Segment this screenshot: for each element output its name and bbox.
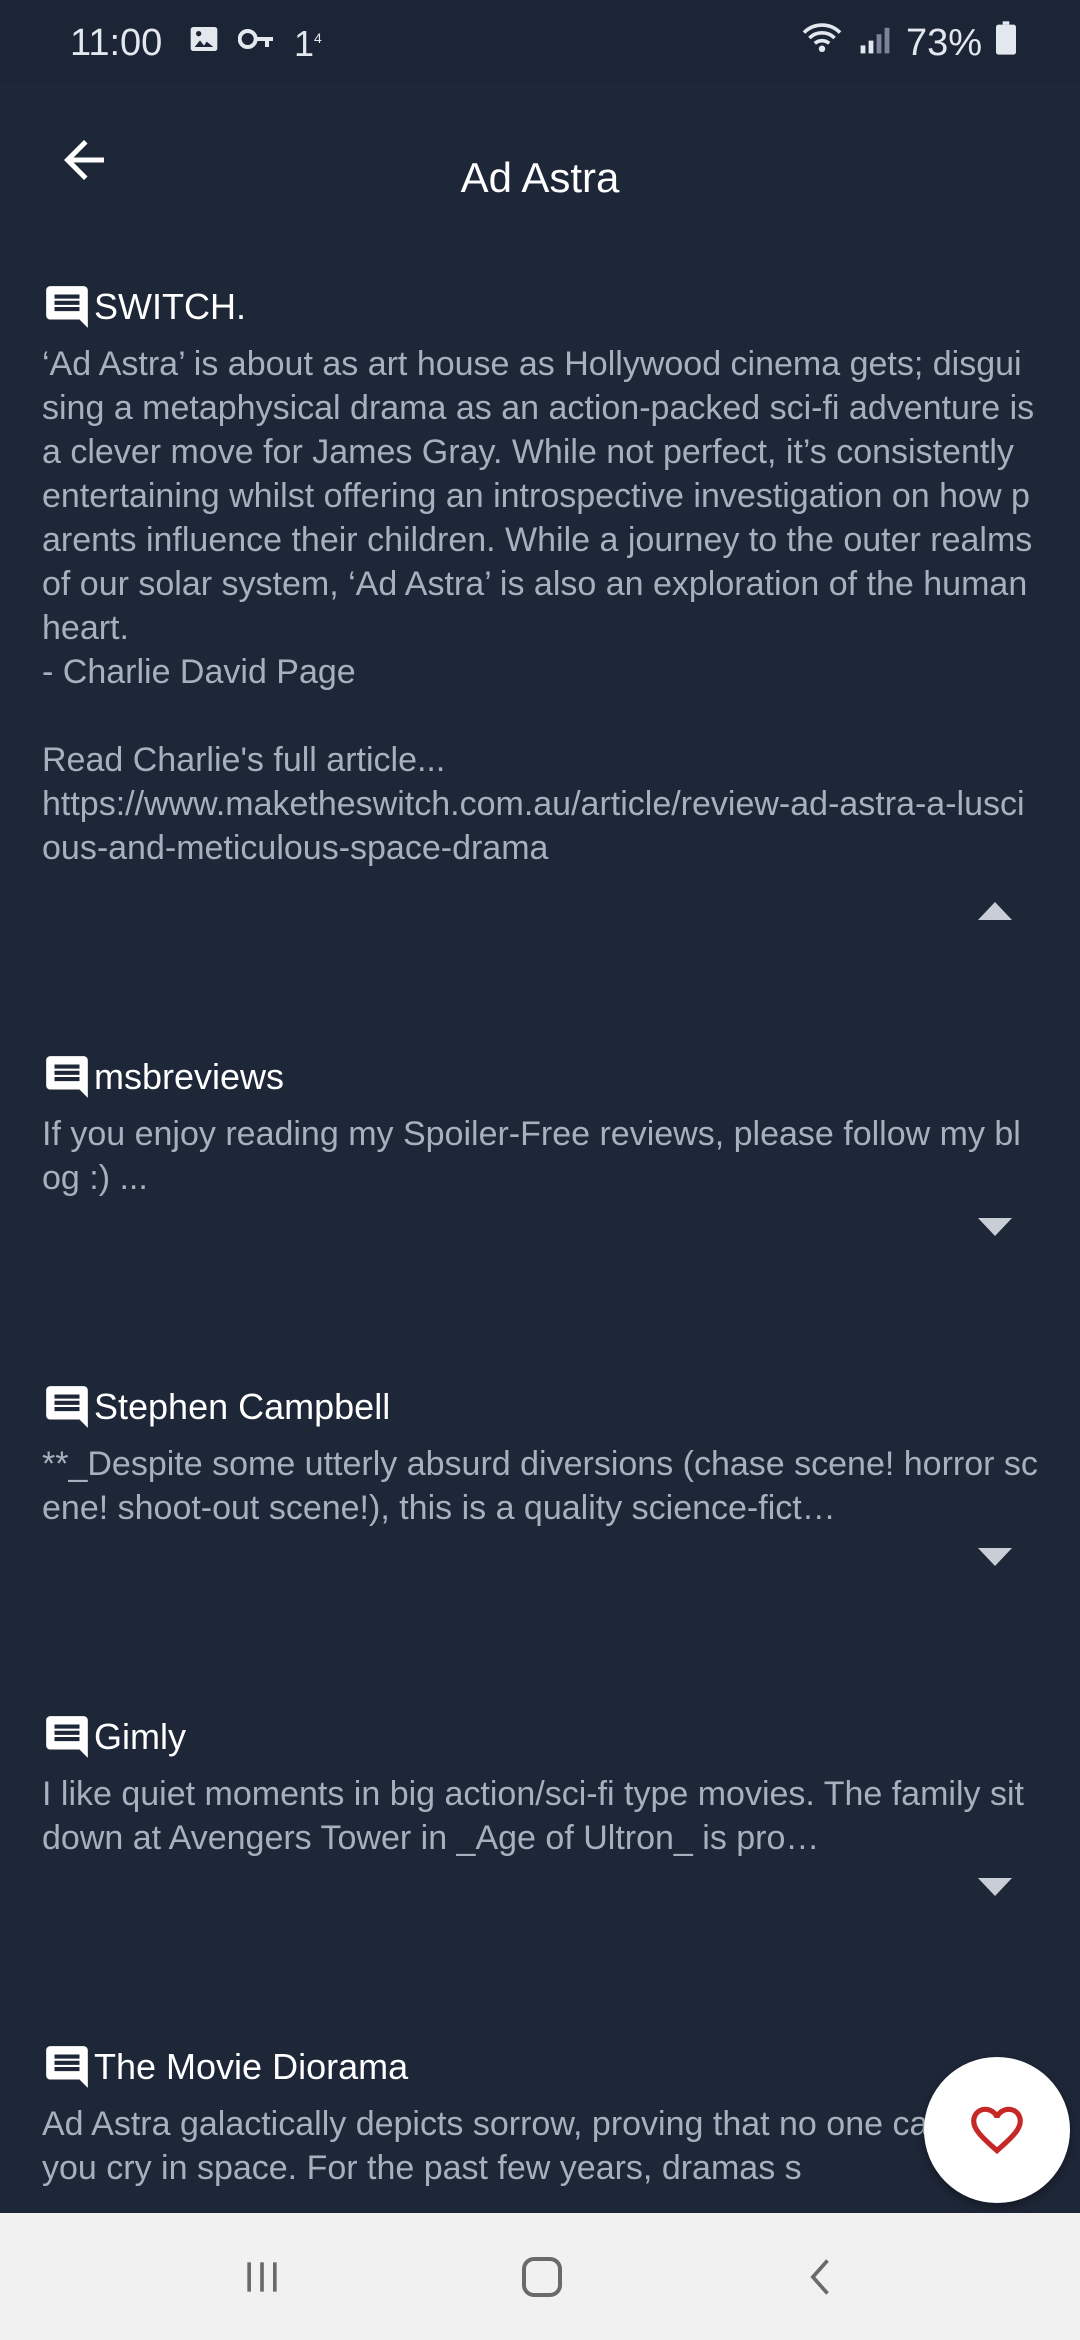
review-author: Gimly	[94, 1716, 186, 1757]
notification-icons: 14	[188, 22, 322, 65]
review-text: **_Despite some utterly absurd diversion…	[42, 1445, 1038, 1527]
key-icon	[237, 22, 276, 65]
review-author: SWITCH.	[94, 286, 246, 327]
comment-icon	[46, 1716, 88, 1758]
recent-apps-icon	[247, 2261, 277, 2292]
review-item[interactable]: msbreviews If you enjoy reading my Spoil…	[0, 1042, 1080, 1372]
review-text: Ad Astra galactically depicts sorrow, pr…	[42, 2105, 1025, 2187]
comment-icon	[46, 2046, 88, 2088]
system-back-button[interactable]	[742, 2213, 902, 2340]
favorite-button[interactable]	[924, 2057, 1070, 2203]
review-item[interactable]: SWITCH. ‘Ad Astra’ is about as art house…	[0, 272, 1080, 1042]
expand-arrow-icon[interactable]	[978, 1548, 1012, 1568]
review-header: The Movie Diorama	[42, 2032, 1038, 2102]
comment-icon	[46, 286, 88, 328]
review-item[interactable]: The Movie Diorama Ad Astra galactically …	[0, 2032, 1080, 2212]
comment-icon	[46, 1386, 88, 1428]
review-text: I like quiet moments in big action/sci-f…	[42, 1775, 1024, 1857]
app-bar: Ad Astra	[0, 82, 1080, 272]
review-author: msbreviews	[94, 1056, 285, 1097]
review-text: ‘Ad Astra’ is about as art house as Holl…	[42, 345, 1035, 867]
image-icon	[188, 22, 220, 65]
battery-icon	[996, 21, 1016, 65]
navigation-bar	[0, 2213, 1080, 2340]
review-item[interactable]: Stephen Campbell **_Despite some utterly…	[0, 1372, 1080, 1702]
collapse-arrow-icon[interactable]	[978, 900, 1012, 920]
review-header: msbreviews	[42, 1042, 1038, 1112]
page-title: Ad Astra	[460, 154, 620, 201]
home-icon	[522, 2256, 562, 2297]
status-right: 73%	[800, 20, 1016, 66]
reviews-list[interactable]: SWITCH. ‘Ad Astra’ is about as art house…	[0, 272, 1080, 2212]
back-icon	[810, 2258, 829, 2295]
data-icon: 14	[294, 22, 322, 64]
recent-apps-button[interactable]	[182, 2213, 342, 2340]
comment-icon	[46, 1056, 88, 1098]
review-header: Stephen Campbell	[42, 1372, 1038, 1442]
heart-outline-icon	[971, 2106, 1023, 2155]
review-item[interactable]: Gimly I like quiet moments in big action…	[0, 1702, 1080, 2032]
review-author: Stephen Campbell	[94, 1386, 391, 1427]
review-header: SWITCH.	[42, 272, 1038, 342]
battery-percent: 73%	[905, 21, 982, 64]
wifi-icon	[800, 20, 844, 66]
review-author: The Movie Diorama	[94, 2046, 409, 2087]
expand-arrow-icon[interactable]	[978, 1218, 1012, 1238]
home-button[interactable]	[462, 2213, 622, 2340]
data-indicator: 1	[294, 22, 315, 64]
signal-icon	[858, 22, 892, 65]
status-bar: 11:00 14 73%	[0, 0, 1080, 82]
review-header: Gimly	[42, 1702, 1038, 1772]
review-text: If you enjoy reading my Spoiler-Free rev…	[42, 1115, 1021, 1197]
status-time: 11:00	[70, 22, 163, 64]
expand-arrow-icon[interactable]	[978, 1878, 1012, 1898]
